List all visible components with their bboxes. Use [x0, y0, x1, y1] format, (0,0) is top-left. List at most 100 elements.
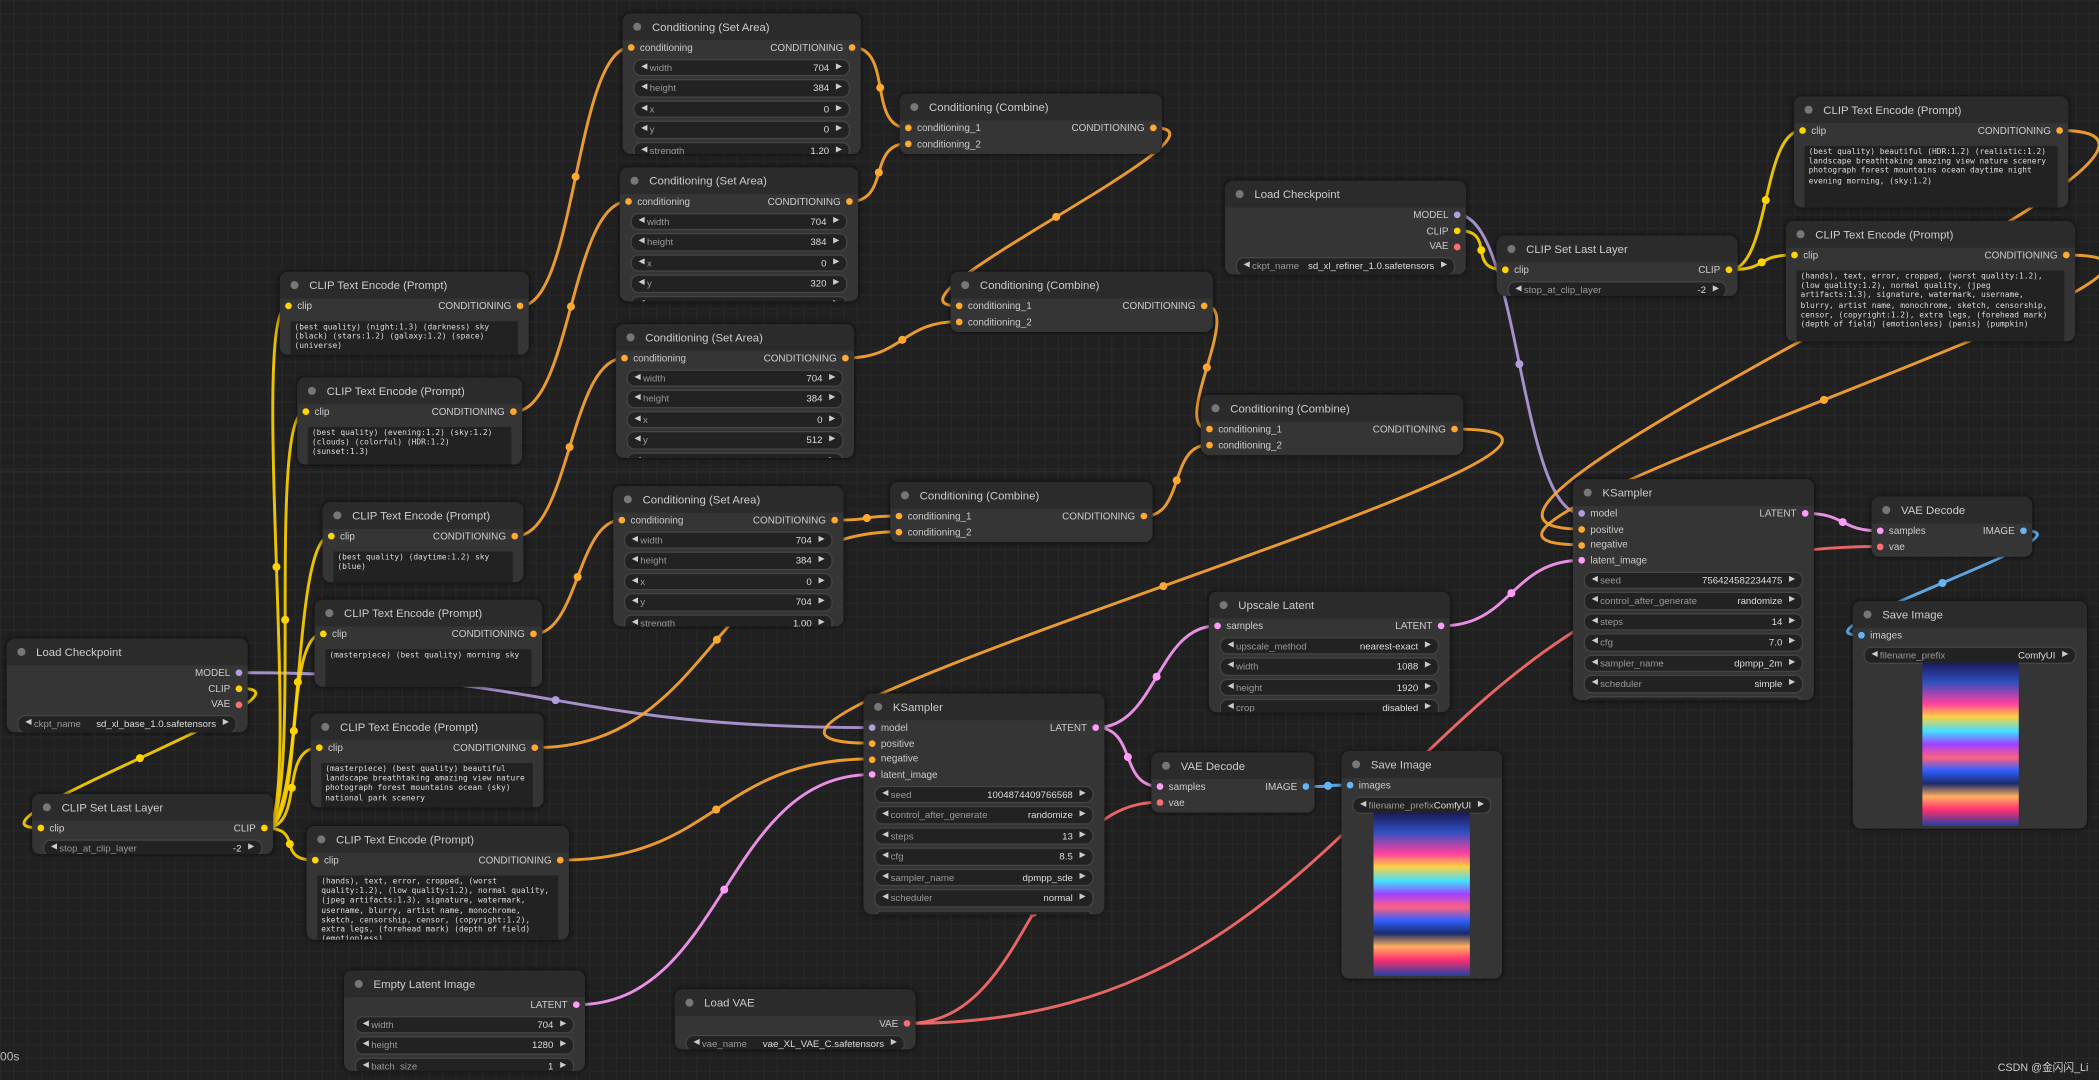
widget-control-after-generate[interactable]: ◀ control_after_generate randomize ▶: [1583, 592, 1804, 611]
output-slot-conditioning[interactable]: CONDITIONING: [1122, 299, 1213, 315]
node-title-bar[interactable]: Conditioning (Set Area): [615, 323, 855, 351]
node-title-bar[interactable]: Load VAE: [674, 989, 916, 1017]
decrement-arrow-icon[interactable]: ◀: [882, 808, 890, 823]
node-title-bar[interactable]: CLIP Text Encode (Prompt): [1785, 220, 2075, 248]
increment-arrow-icon[interactable]: ▶: [818, 595, 824, 610]
widget-steps[interactable]: ◀ steps 14 ▶: [1583, 612, 1804, 631]
node-empty-latent-image[interactable]: Empty Latent Image LATENT ◀ width 704 ▶ ◀ hei…: [344, 970, 586, 1071]
input-slot-latent-image[interactable]: latent_image: [863, 767, 938, 783]
widget-height[interactable]: ◀ height 384 ▶: [633, 79, 851, 98]
slot-dot-icon[interactable]: [1156, 799, 1164, 806]
output-slot-conditioning[interactable]: CONDITIONING: [1373, 422, 1464, 438]
output-slot-conditioning[interactable]: CONDITIONING: [1062, 509, 1153, 525]
slot-dot-icon[interactable]: [1156, 783, 1164, 791]
prompt-textarea[interactable]: (hands), text, error, cropped, (worst qu…: [1796, 269, 2065, 342]
widget-y[interactable]: ◀ y 320 ▶: [630, 274, 848, 293]
node-clip-text-encode-prompt[interactable]: CLIP Text Encode (Prompt) clip CONDITIONIN…: [1793, 96, 2069, 208]
slot-dot-icon[interactable]: [235, 685, 243, 693]
node-title-bar[interactable]: Conditioning (Combine): [899, 93, 1162, 121]
output-slot-clip[interactable]: CLIP: [208, 681, 247, 697]
collapse-dot-icon[interactable]: [630, 176, 639, 185]
output-slot-conditioning[interactable]: CONDITIONING: [770, 40, 861, 56]
node-ksampler[interactable]: KSampler model LATENT positive negative laten…: [863, 693, 1105, 915]
collapse-dot-icon[interactable]: [1235, 190, 1244, 199]
node-clip-text-encode-prompt[interactable]: CLIP Text Encode (Prompt) clip CONDITIONIN…: [322, 502, 524, 583]
widget-crop[interactable]: ◀ crop disabled ▶: [1219, 699, 1440, 713]
output-slot-vae[interactable]: VAE: [1429, 239, 1465, 255]
collapse-dot-icon[interactable]: [321, 722, 330, 731]
slot-dot-icon[interactable]: [895, 528, 903, 536]
increment-arrow-icon[interactable]: ▶: [1079, 828, 1085, 843]
increment-arrow-icon[interactable]: ▶: [818, 553, 824, 568]
widget-strength[interactable]: ◀ strength1.00▶: [630, 295, 848, 302]
increment-arrow-icon[interactable]: ▶: [1789, 573, 1795, 588]
output-slot-clip[interactable]: CLIP: [1698, 262, 1737, 278]
node-title-bar[interactable]: Conditioning (Combine): [1200, 394, 1464, 422]
node-title-bar[interactable]: VAE Decode: [1871, 496, 2033, 524]
widget-x[interactable]: ◀ x 0 ▶: [623, 572, 833, 591]
input-slot-vae[interactable]: vae: [1151, 795, 1185, 811]
slot-dot-icon[interactable]: [1876, 543, 1884, 551]
node-title-bar[interactable]: CLIP Text Encode (Prompt): [306, 825, 569, 853]
input-slot-images[interactable]: images: [1853, 628, 1902, 644]
increment-arrow-icon[interactable]: ▶: [833, 235, 839, 250]
decrement-arrow-icon[interactable]: ◀: [25, 716, 33, 731]
slot-dot-icon[interactable]: [37, 825, 45, 832]
node-title-bar[interactable]: Conditioning (Combine): [890, 481, 1153, 509]
decrement-arrow-icon[interactable]: ◀: [641, 122, 649, 137]
node-title-bar[interactable]: CLIP Text Encode (Prompt): [1793, 96, 2069, 124]
slot-dot-icon[interactable]: [1206, 426, 1213, 433]
widget-y[interactable]: ◀ y 0 ▶: [633, 120, 851, 139]
collapse-dot-icon[interactable]: [1804, 105, 1813, 114]
slot-dot-icon[interactable]: [1876, 527, 1884, 535]
collapse-dot-icon[interactable]: [1796, 230, 1805, 239]
decrement-arrow-icon[interactable]: ◀: [51, 840, 59, 854]
increment-arrow-icon[interactable]: ▶: [1441, 258, 1447, 273]
node-save-image[interactable]: Save Image images ◀ filename_prefix ComfyUI…: [1852, 601, 2088, 829]
input-slot-conditioning-1[interactable]: conditioning_1: [950, 299, 1032, 315]
input-slot-samples[interactable]: samples: [1872, 523, 1926, 539]
node-clip-text-encode-prompt[interactable]: CLIP Text Encode (Prompt) clip CONDITIONIN…: [310, 713, 544, 808]
slot-dot-icon[interactable]: [955, 303, 963, 310]
widget-width[interactable]: ◀ width 704 ▶: [633, 58, 851, 77]
widget-scheduler[interactable]: ◀ scheduler normal ▶: [874, 889, 1094, 908]
output-slot-conditioning[interactable]: CONDITIONING: [768, 194, 859, 210]
widget-height[interactable]: ◀ height 1280 ▶: [354, 1036, 575, 1055]
increment-arrow-icon[interactable]: ▶: [1789, 635, 1795, 650]
collapse-dot-icon[interactable]: [325, 609, 334, 618]
increment-arrow-icon[interactable]: ▶: [560, 1058, 566, 1070]
output-slot-latent[interactable]: LATENT: [1050, 720, 1105, 736]
increment-arrow-icon[interactable]: ▶: [1425, 659, 1431, 674]
slot-dot-icon[interactable]: [842, 355, 849, 362]
increment-arrow-icon[interactable]: ▶: [829, 391, 835, 406]
node-clip-text-encode-prompt[interactable]: CLIP Text Encode (Prompt) clip CONDITIONIN…: [306, 825, 569, 940]
node-vae-decode[interactable]: VAE Decode samples IMAGE vae: [1151, 752, 1315, 813]
output-slot-vae[interactable]: VAE: [879, 1016, 915, 1032]
decrement-arrow-icon[interactable]: ◀: [1228, 700, 1236, 712]
widget-strength[interactable]: ◀ strength1.00▶: [623, 614, 833, 627]
input-slot-conditioning-2[interactable]: conditioning_2: [950, 314, 1032, 330]
slot-dot-icon[interactable]: [846, 198, 853, 206]
slot-dot-icon[interactable]: [1578, 526, 1586, 533]
increment-arrow-icon[interactable]: ▶: [2062, 648, 2068, 663]
widget-steps[interactable]: ◀ steps 13 ▶: [874, 826, 1094, 846]
decrement-arrow-icon[interactable]: ◀: [363, 1058, 371, 1070]
input-slot-vae[interactable]: vae: [1872, 539, 1905, 555]
input-slot-conditioning-1[interactable]: conditioning_1: [1201, 422, 1282, 438]
decrement-arrow-icon[interactable]: ◀: [1592, 614, 1600, 629]
widget-strength[interactable]: ◀ strength 1.20 ▶: [633, 141, 851, 154]
widget-denoise[interactable]: ◀ denoise0.50▶: [1583, 695, 1804, 701]
slot-dot-icon[interactable]: [627, 44, 635, 52]
increment-arrow-icon[interactable]: ▶: [836, 81, 842, 96]
slot-dot-icon[interactable]: [1801, 510, 1809, 518]
image-preview[interactable]: [1373, 812, 1470, 976]
input-slot-clip[interactable]: clip: [307, 853, 339, 869]
node-title-bar[interactable]: Save Image: [1341, 751, 1503, 778]
input-slot-samples[interactable]: samples: [1209, 618, 1263, 634]
collapse-dot-icon[interactable]: [1863, 610, 1872, 619]
node-title-bar[interactable]: Upscale Latent: [1208, 591, 1450, 619]
collapse-dot-icon[interactable]: [910, 103, 919, 112]
wire-midpoint-handle[interactable]: [1159, 582, 1168, 591]
input-slot-model[interactable]: model: [1573, 506, 1617, 522]
collapse-dot-icon[interactable]: [1219, 601, 1228, 610]
